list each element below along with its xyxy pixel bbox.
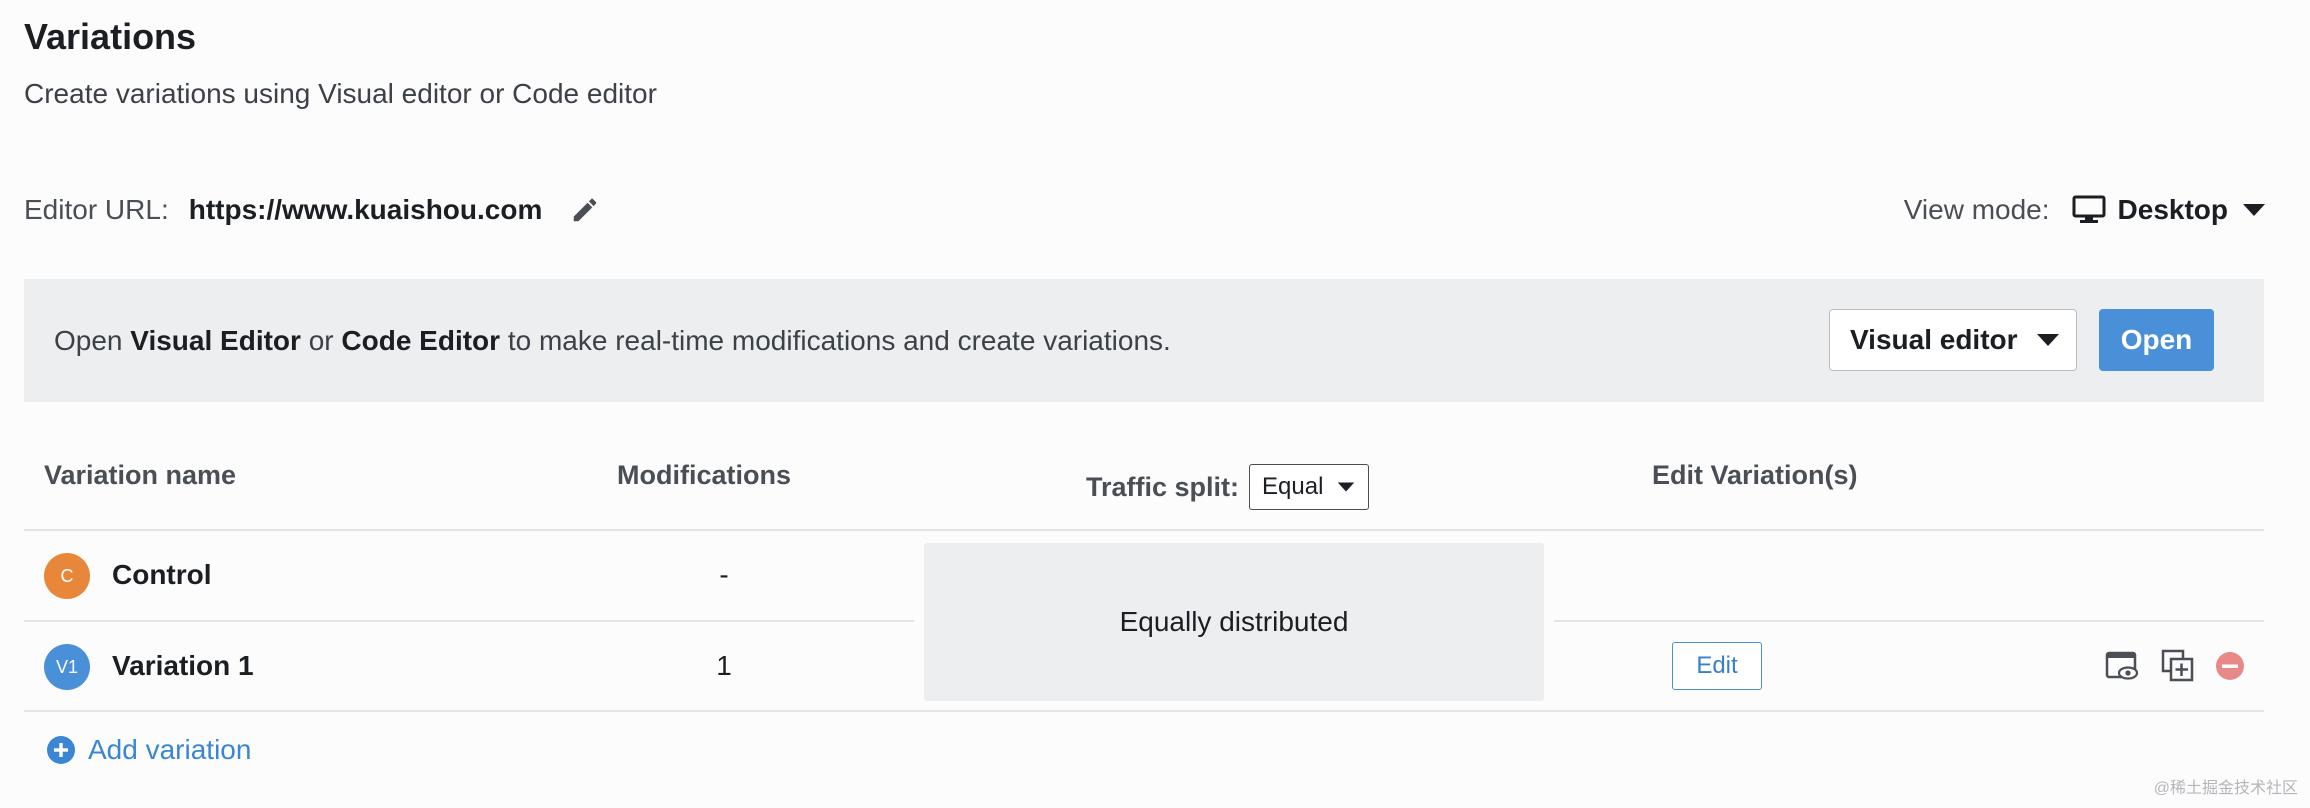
column-header-modifications: Modifications: [617, 460, 791, 490]
banner-text-suffix: to make real-time modifications and crea…: [500, 325, 1171, 356]
open-editor-button[interactable]: Open: [2099, 309, 2214, 371]
pencil-icon[interactable]: [570, 195, 600, 225]
variation-badge: C: [44, 553, 90, 599]
watermark: @稀土掘金技术社区: [2153, 780, 2298, 797]
banner-text-middle: or: [300, 325, 342, 356]
add-variation-button[interactable]: Add variation: [46, 730, 251, 770]
preview-icon[interactable]: [2104, 648, 2140, 684]
caret-down-icon: [2243, 204, 2265, 216]
page-subtitle: Create variations using Visual editor or…: [24, 78, 657, 109]
column-header-traffic-split: Traffic split:: [1086, 471, 1240, 502]
banner-text: Open Visual Editor or Code Editor to mak…: [54, 279, 1171, 402]
view-mode-value: Desktop: [2117, 194, 2228, 225]
duplicate-icon[interactable]: [2160, 648, 2196, 684]
caret-down-icon: [2036, 334, 2059, 346]
variation-name: Variation 1: [112, 650, 254, 681]
traffic-split-select[interactable]: Equal: [1249, 464, 1370, 510]
editor-type-select[interactable]: Visual editor: [1829, 309, 2077, 371]
add-variation-label: Add variation: [88, 734, 252, 765]
variation-badge: V1: [44, 644, 90, 690]
variation-name: Control: [112, 559, 212, 590]
traffic-distribution-box: Equally distributed: [924, 543, 1544, 701]
editor-type-value: Visual editor: [1850, 324, 2018, 355]
modifications-count: -: [719, 559, 729, 590]
editor-banner: Open Visual Editor or Code Editor to mak…: [24, 279, 2264, 402]
column-header-edit-variations: Edit Variation(s): [1652, 460, 1858, 490]
column-header-variation-name: Variation name: [44, 460, 237, 490]
banner-visual-editor-text: Visual Editor: [130, 325, 301, 356]
remove-icon[interactable]: [2212, 648, 2248, 684]
banner-code-editor-text: Code Editor: [341, 325, 501, 356]
banner-text-prefix: Open: [54, 325, 131, 356]
view-mode-label: View mode:: [1903, 194, 2050, 225]
plus-circle-icon: [47, 736, 75, 764]
row-divider: [24, 710, 2264, 712]
traffic-split-header: Traffic split: Equal: [1086, 464, 1370, 510]
page-title: Variations: [24, 16, 197, 57]
monitor-icon: [2072, 195, 2106, 223]
editor-url-value: https://www.kuaishou.com: [188, 194, 543, 225]
edit-variation-button[interactable]: Edit: [1672, 642, 1762, 690]
variations-page: Variations Create variations using Visua…: [0, 0, 2310, 808]
caret-down-icon: [1338, 482, 1355, 492]
editor-url-row: Editor URL: https://www.kuaishou.com: [24, 190, 600, 230]
modifications-count: 1: [716, 650, 732, 681]
view-mode-selector[interactable]: View mode: Desktop: [1904, 190, 2266, 230]
editor-url-label: Editor URL:: [24, 194, 169, 225]
traffic-split-value: Equal: [1262, 473, 1324, 500]
